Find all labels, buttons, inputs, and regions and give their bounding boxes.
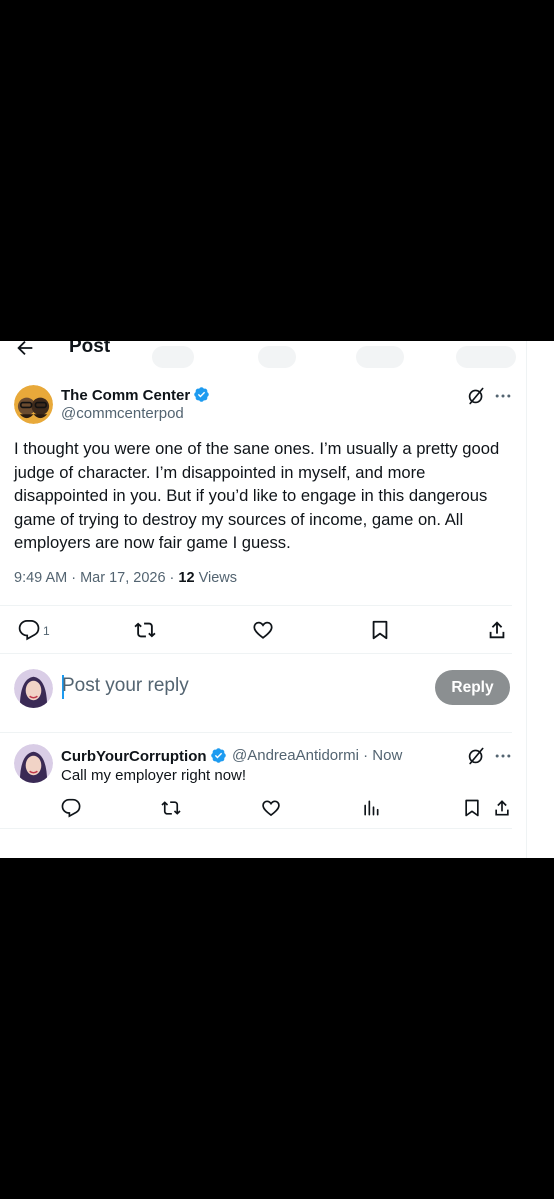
author-name[interactable]: The Comm Center: [61, 386, 210, 407]
avatar-image: [14, 385, 53, 424]
more-icon[interactable]: [493, 386, 513, 406]
reply-input[interactable]: Post your reply: [62, 675, 189, 697]
avatar-image: [14, 744, 53, 783]
share-icon[interactable]: [486, 619, 508, 641]
author-name-text: The Comm Center: [61, 387, 191, 404]
grok-icon[interactable]: [466, 386, 486, 406]
verified-icon: [210, 747, 227, 768]
post-text: I thought you were one of the sane ones.…: [14, 439, 500, 552]
share-icon[interactable]: [492, 798, 512, 818]
views-label: Views: [194, 570, 238, 586]
avatar: [14, 669, 53, 708]
reply-author-name[interactable]: CurbYourCorruption: [61, 747, 227, 768]
reply-author-name-text: CurbYourCorruption: [61, 748, 207, 765]
post-timestamp[interactable]: 9:49 AM · Mar 17, 2026 ·: [14, 570, 178, 586]
divider: [0, 605, 512, 606]
back-arrow-icon[interactable]: [14, 341, 36, 359]
grok-icon[interactable]: [466, 746, 486, 766]
author-handle[interactable]: @commcenterpod: [61, 405, 184, 422]
reply-icon[interactable]: [18, 619, 40, 641]
bookmark-icon[interactable]: [462, 798, 482, 818]
divider: [0, 653, 512, 654]
post-meta: 9:49 AM · Mar 17, 2026 · 12 Views: [14, 570, 237, 586]
header: Post: [0, 341, 526, 363]
retweet-icon[interactable]: [134, 619, 156, 641]
avatar[interactable]: [14, 385, 53, 424]
column-divider: [526, 341, 527, 858]
retweet-icon[interactable]: [161, 798, 181, 818]
post-screen: Post The Comm Center @commcenterpod I th…: [0, 341, 554, 858]
reply-text: Call my employer right now!: [61, 767, 247, 784]
page-title: Post: [69, 341, 111, 357]
views-count: 12: [178, 570, 195, 586]
bookmark-icon[interactable]: [369, 619, 391, 641]
reply-count: 1: [43, 624, 50, 638]
divider: [0, 828, 512, 829]
more-icon[interactable]: [493, 746, 513, 766]
like-icon[interactable]: [252, 619, 274, 641]
reply-author-handle[interactable]: @AndreaAntidormi · Now: [232, 747, 402, 764]
like-icon[interactable]: [261, 798, 281, 818]
avatar-image: [14, 669, 53, 708]
divider: [0, 732, 512, 733]
views-icon[interactable]: [361, 798, 381, 818]
reply-button[interactable]: Reply: [435, 670, 510, 705]
reply-icon[interactable]: [61, 798, 81, 818]
avatar[interactable]: [14, 744, 53, 783]
verified-icon: [193, 386, 210, 407]
